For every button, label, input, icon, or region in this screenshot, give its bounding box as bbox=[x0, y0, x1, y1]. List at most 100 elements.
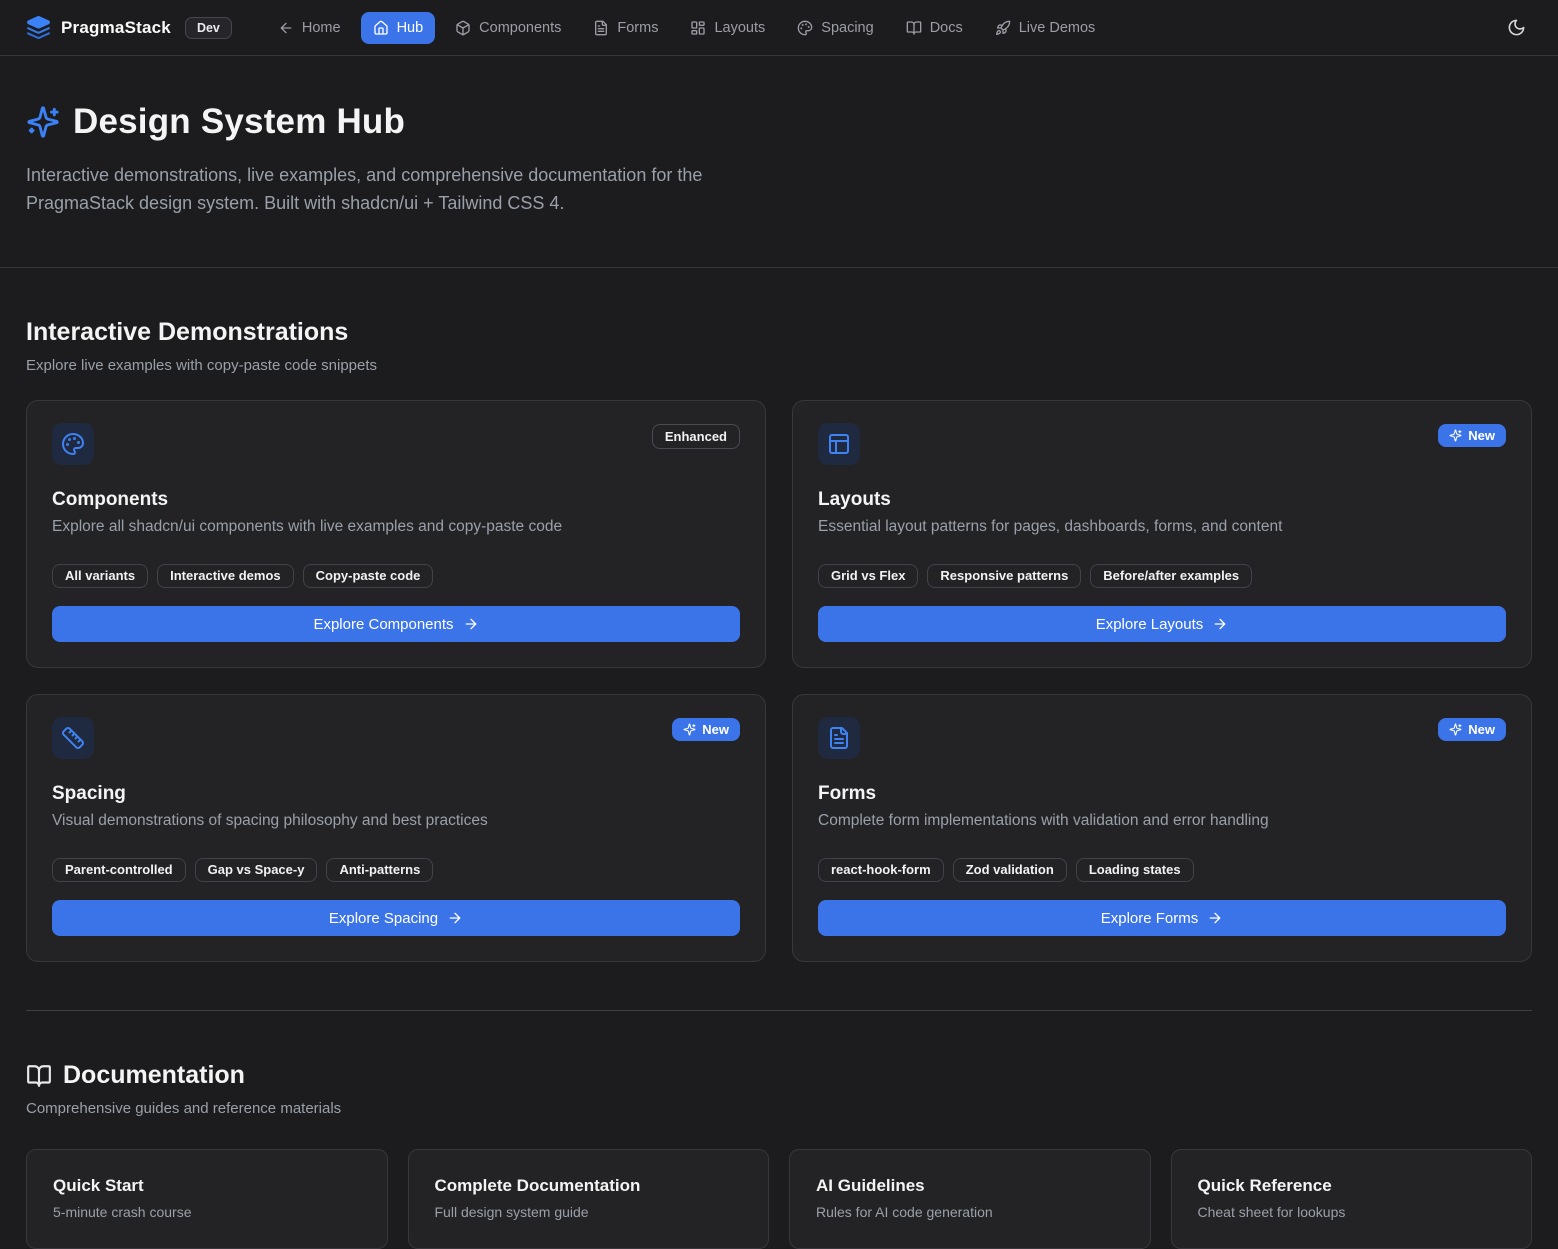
panels-top-left-icon bbox=[818, 423, 860, 465]
card-description: Complete form implementations with valid… bbox=[818, 812, 1506, 830]
nav-item-label: Home bbox=[302, 20, 341, 36]
button-label: Explore Layouts bbox=[1096, 616, 1204, 633]
button-label: Explore Components bbox=[313, 616, 453, 633]
tag: Interactive demos bbox=[157, 564, 294, 588]
doc-card-quick-reference[interactable]: Quick Reference Cheat sheet for lookups bbox=[1171, 1149, 1533, 1249]
tag: react-hook-form bbox=[818, 858, 944, 882]
page-description: Interactive demonstrations, live example… bbox=[26, 161, 774, 217]
rocket-icon bbox=[995, 20, 1011, 36]
arrow-left-icon bbox=[278, 20, 294, 36]
tag: Copy-paste code bbox=[303, 564, 434, 588]
brand-name: PragmaStack bbox=[61, 18, 171, 38]
demo-card-grid: Enhanced Components Explore all shadcn/u… bbox=[26, 400, 1532, 962]
nav-item-label: Layouts bbox=[714, 20, 765, 36]
book-open-icon bbox=[906, 20, 922, 36]
badge-label: New bbox=[702, 722, 729, 737]
file-text-icon bbox=[818, 717, 860, 759]
docs-section-header: Documentation Comprehensive guides and r… bbox=[26, 1061, 1532, 1117]
tag: Zod validation bbox=[953, 858, 1067, 882]
doc-card-title: Quick Reference bbox=[1198, 1176, 1506, 1196]
tag-row: All variants Interactive demos Copy-past… bbox=[52, 564, 740, 588]
tag-row: Grid vs Flex Responsive patterns Before/… bbox=[818, 564, 1506, 588]
doc-card-quick-start[interactable]: Quick Start 5-minute crash course bbox=[26, 1149, 388, 1249]
sparkles-icon bbox=[1449, 429, 1462, 442]
tag-row: react-hook-form Zod validation Loading s… bbox=[818, 858, 1506, 882]
badge-label: New bbox=[1468, 428, 1495, 443]
tag: Responsive patterns bbox=[927, 564, 1081, 588]
moon-icon bbox=[1507, 18, 1526, 37]
tag: Before/after examples bbox=[1090, 564, 1252, 588]
explore-layouts-button[interactable]: Explore Layouts bbox=[818, 606, 1506, 642]
status-badge: Enhanced bbox=[652, 424, 740, 449]
hero-section: Design System Hub Interactive demonstrat… bbox=[0, 56, 1558, 268]
tag: Loading states bbox=[1076, 858, 1194, 882]
nav-links: Home Hub Components Forms Layouts bbox=[266, 12, 1107, 44]
nav-item-label: Forms bbox=[617, 20, 658, 36]
demo-card-components: Enhanced Components Explore all shadcn/u… bbox=[26, 400, 766, 668]
tag-row: Parent-controlled Gap vs Space-y Anti-pa… bbox=[52, 858, 740, 882]
docs-section-subtitle: Comprehensive guides and reference mater… bbox=[26, 1100, 1532, 1117]
section-divider bbox=[26, 1010, 1532, 1011]
button-label: Explore Forms bbox=[1101, 910, 1199, 927]
home-icon bbox=[373, 20, 389, 36]
palette-icon bbox=[797, 20, 813, 36]
card-title: Forms bbox=[818, 783, 1506, 805]
nav-item-forms[interactable]: Forms bbox=[581, 12, 670, 44]
sparkles-icon bbox=[26, 105, 60, 139]
doc-card-complete-documentation[interactable]: Complete Documentation Full design syste… bbox=[408, 1149, 770, 1249]
arrow-right-icon bbox=[1212, 616, 1228, 632]
env-badge: Dev bbox=[185, 17, 232, 39]
doc-card-grid: Quick Start 5-minute crash course Comple… bbox=[26, 1149, 1532, 1249]
nav-item-label: Hub bbox=[397, 20, 424, 36]
button-label: Explore Spacing bbox=[329, 910, 438, 927]
tag: Grid vs Flex bbox=[818, 564, 918, 588]
layout-grid-icon bbox=[690, 20, 706, 36]
doc-card-ai-guidelines[interactable]: AI Guidelines Rules for AI code generati… bbox=[789, 1149, 1151, 1249]
nav-item-label: Docs bbox=[930, 20, 963, 36]
explore-forms-button[interactable]: Explore Forms bbox=[818, 900, 1506, 936]
card-description: Essential layout patterns for pages, das… bbox=[818, 518, 1506, 536]
doc-card-title: Quick Start bbox=[53, 1176, 361, 1196]
tag: All variants bbox=[52, 564, 148, 588]
nav-item-label: Live Demos bbox=[1019, 20, 1096, 36]
card-description: Visual demonstrations of spacing philoso… bbox=[52, 812, 740, 830]
explore-spacing-button[interactable]: Explore Spacing bbox=[52, 900, 740, 936]
badge-label: New bbox=[1468, 722, 1495, 737]
ruler-icon bbox=[52, 717, 94, 759]
palette-icon bbox=[52, 423, 94, 465]
page-title: Design System Hub bbox=[73, 102, 405, 142]
arrow-right-icon bbox=[447, 910, 463, 926]
top-navbar: PragmaStack Dev Home Hub Components Form bbox=[0, 0, 1558, 56]
nav-item-spacing[interactable]: Spacing bbox=[785, 12, 885, 44]
card-description: Explore all shadcn/ui components with li… bbox=[52, 518, 740, 536]
main-content: Interactive Demonstrations Explore live … bbox=[0, 318, 1558, 1249]
card-title: Layouts bbox=[818, 489, 1506, 511]
explore-components-button[interactable]: Explore Components bbox=[52, 606, 740, 642]
sparkles-icon bbox=[683, 723, 696, 736]
nav-item-components[interactable]: Components bbox=[443, 12, 573, 44]
arrow-right-icon bbox=[1207, 910, 1223, 926]
nav-item-layouts[interactable]: Layouts bbox=[678, 12, 777, 44]
nav-item-hub[interactable]: Hub bbox=[361, 12, 436, 44]
demo-card-layouts: New Layouts Essential layout patterns fo… bbox=[792, 400, 1532, 668]
box-icon bbox=[455, 20, 471, 36]
nav-item-label: Components bbox=[479, 20, 561, 36]
tag: Gap vs Space-y bbox=[195, 858, 318, 882]
book-open-icon bbox=[26, 1063, 52, 1089]
doc-card-title: Complete Documentation bbox=[435, 1176, 743, 1196]
demo-card-spacing: New Spacing Visual demonstrations of spa… bbox=[26, 694, 766, 962]
nav-item-docs[interactable]: Docs bbox=[894, 12, 975, 44]
docs-section-title: Documentation bbox=[63, 1061, 245, 1090]
nav-item-home[interactable]: Home bbox=[266, 12, 353, 44]
demo-card-forms: New Forms Complete form implementations … bbox=[792, 694, 1532, 962]
card-title: Components bbox=[52, 489, 740, 511]
new-badge: New bbox=[1438, 718, 1506, 741]
nav-item-live-demos[interactable]: Live Demos bbox=[983, 12, 1108, 44]
new-badge: New bbox=[672, 718, 740, 741]
brand[interactable]: PragmaStack bbox=[26, 15, 171, 40]
new-badge: New bbox=[1438, 424, 1506, 447]
layers-icon bbox=[26, 15, 51, 40]
demos-section-header: Interactive Demonstrations Explore live … bbox=[26, 318, 1532, 374]
theme-toggle-button[interactable] bbox=[1501, 12, 1532, 43]
doc-card-title: AI Guidelines bbox=[816, 1176, 1124, 1196]
